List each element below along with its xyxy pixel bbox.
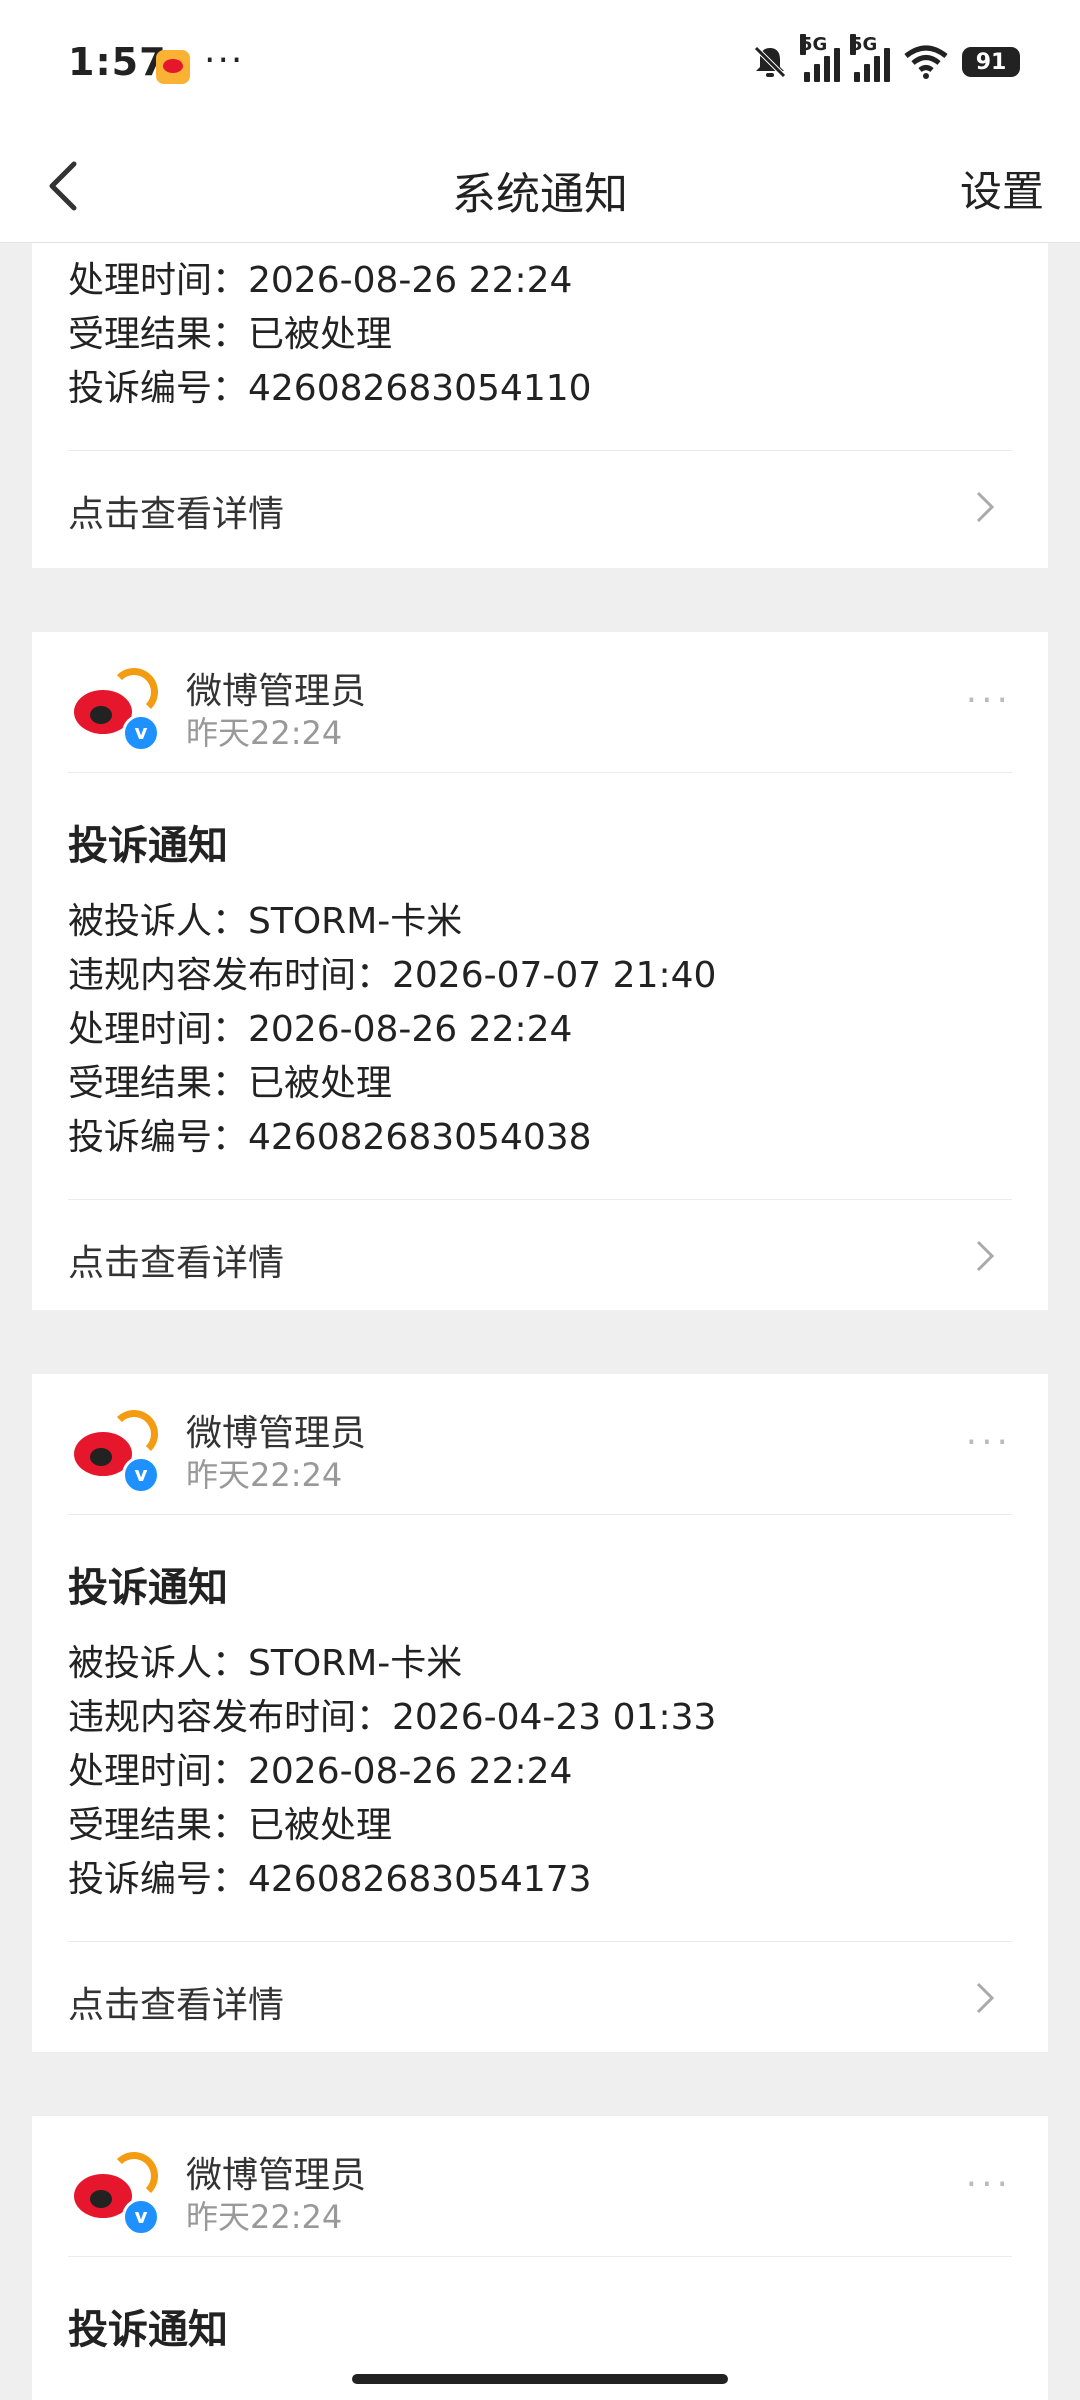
card-row: 投诉编号：426082683054038 (68, 1117, 592, 1158)
more-options-icon[interactable]: ··· (966, 1422, 1012, 1463)
notification-card: v 微博管理员 昨天22:24 ··· 投诉通知 被投诉人：STORM-卡米 违… (32, 1374, 1048, 2052)
home-indicator[interactable] (352, 2374, 728, 2384)
view-details-link[interactable]: 点击查看详情 (68, 1941, 1012, 2056)
wifi-icon (904, 45, 948, 79)
battery-indicator: 91 (962, 47, 1020, 77)
settings-button[interactable]: 设置 (960, 158, 1044, 219)
card-row: 被投诉人：STORM-卡米 (68, 1643, 463, 1684)
signal-5g-icon-1: 5G (800, 34, 840, 82)
mute-bell-icon (754, 46, 786, 78)
card-row: 被投诉人：STORM-卡米 (68, 901, 463, 942)
card-header: v 微博管理员 昨天22:24 ··· (68, 1374, 1012, 1515)
card-row: 违规内容发布时间：2026-04-23 01:33 (68, 1697, 717, 1738)
avatar[interactable]: v (68, 660, 160, 752)
view-details-label: 点击查看详情 (68, 494, 285, 535)
verified-badge-icon: v (122, 2198, 160, 2236)
card-row: 违规内容发布时间：2026-07-07 21:40 (68, 955, 717, 996)
sender-name[interactable]: 微博管理员 (186, 1404, 366, 1456)
message-time: 昨天22:24 (186, 714, 343, 752)
message-time: 昨天22:24 (186, 1456, 343, 1494)
status-icons: 5G 5G 91 (750, 34, 1020, 82)
card-row: 投诉编号：426082683054173 (68, 1859, 592, 1900)
avatar[interactable]: v (68, 1402, 160, 1494)
view-details-link[interactable]: 点击查看详情 (68, 450, 1012, 565)
card-row: 受理结果：已被处理 (68, 1063, 393, 1104)
card-header: v 微博管理员 昨天22:24 ··· (68, 632, 1012, 773)
card-row: 投诉编号：426082683054110 (68, 368, 592, 409)
card-row: 受理结果：已被处理 (68, 1805, 393, 1846)
sender-name[interactable]: 微博管理员 (186, 2146, 366, 2198)
signal-5g-icon-2: 5G (850, 34, 890, 82)
notification-card: v 微博管理员 昨天22:24 ··· 投诉通知 (32, 2116, 1048, 2400)
chevron-right-icon (976, 1240, 995, 1272)
verified-badge-icon: v (122, 1456, 160, 1494)
notification-title: 投诉通知 (68, 823, 228, 869)
view-details-link[interactable]: 点击查看详情 (68, 1199, 1012, 1314)
card-row: 处理时间：2026-08-26 22:24 (68, 1751, 573, 1792)
weibo-app-icon (156, 50, 190, 84)
card-header: v 微博管理员 昨天22:24 ··· (68, 2116, 1012, 2257)
card-row: 处理时间：2026-08-26 22:24 (68, 1009, 573, 1050)
card-row: 处理时间：2026-08-26 22:24 (68, 260, 573, 301)
notification-card: v 微博管理员 昨天22:24 ··· 投诉通知 被投诉人：STORM-卡米 违… (32, 632, 1048, 1310)
notification-title: 投诉通知 (68, 1565, 228, 1611)
chevron-right-icon (976, 1982, 995, 2014)
navigation-bar: 系统通知 设置 (0, 130, 1080, 243)
card-row: 受理结果：已被处理 (68, 314, 393, 355)
sender-name[interactable]: 微博管理员 (186, 662, 366, 714)
view-details-label: 点击查看详情 (68, 1985, 285, 2026)
status-time: 1:57 (68, 40, 167, 84)
verified-badge-icon: v (122, 714, 160, 752)
avatar[interactable]: v (68, 2144, 160, 2236)
message-time: 昨天22:24 (186, 2198, 343, 2236)
notification-title: 投诉通知 (68, 2307, 228, 2353)
more-options-icon[interactable]: ··· (966, 2164, 1012, 2205)
more-notifications-icon: ··· (204, 40, 245, 81)
more-options-icon[interactable]: ··· (966, 680, 1012, 721)
status-bar: 1:57 ··· 5G 5G 91 (0, 0, 1080, 130)
view-details-label: 点击查看详情 (68, 1243, 285, 1284)
page-title: 系统通知 (452, 169, 628, 220)
chevron-right-icon (976, 491, 995, 523)
